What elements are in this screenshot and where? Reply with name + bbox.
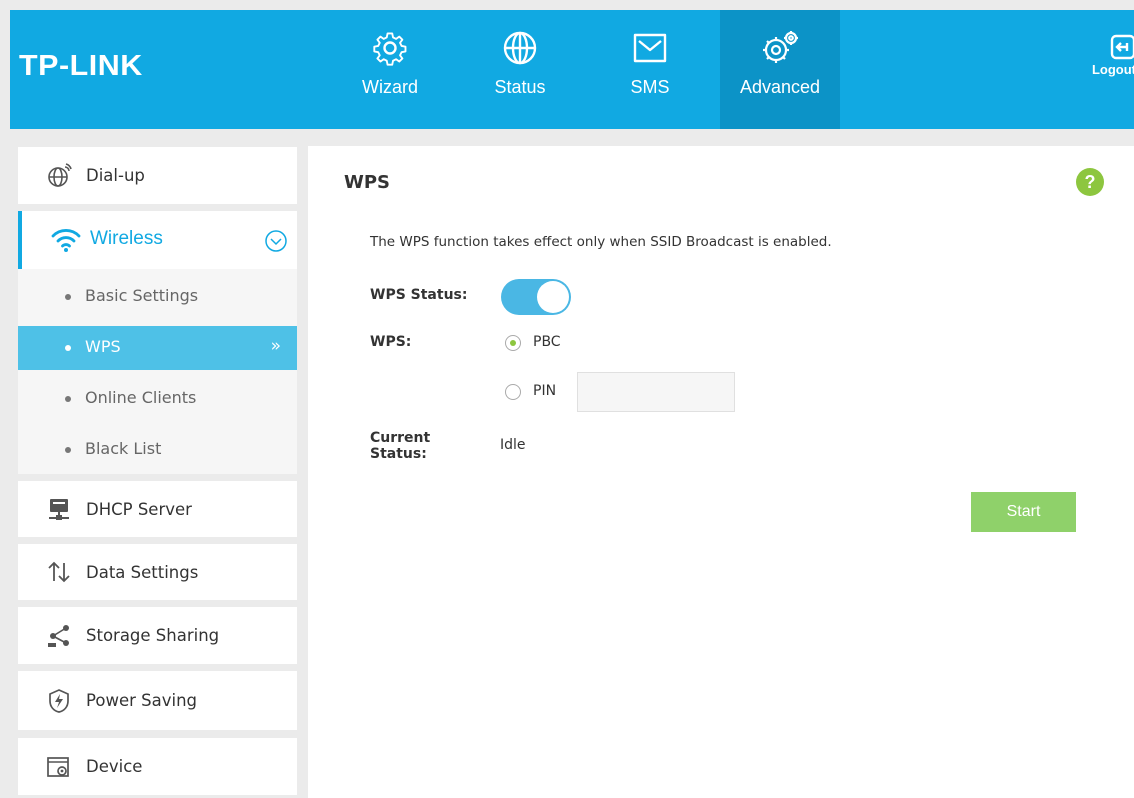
sidebar-subitem-label: Online Clients (85, 388, 197, 407)
sidebar-subitem-label: Basic Settings (85, 286, 199, 305)
sidebar-item-device[interactable]: Device (18, 738, 297, 795)
bullet (65, 396, 71, 402)
help-icon[interactable]: ? (1076, 168, 1104, 196)
pin-input[interactable] (577, 372, 735, 412)
sidebar-subitem-online-clients[interactable]: Online Clients (18, 377, 297, 421)
envelope-icon (633, 33, 667, 63)
wps-note: The WPS function takes effect only when … (370, 234, 832, 250)
wps-status-label: WPS Status: (370, 287, 468, 303)
start-button[interactable]: Start (971, 492, 1076, 532)
main-panel: WPS ? The WPS function takes effect only… (308, 146, 1134, 798)
logout-button[interactable]: Logout (1084, 34, 1134, 77)
current-status-label-line: Current (370, 430, 431, 446)
sidebar-subitem-label: WPS (85, 337, 121, 356)
wps-status-toggle[interactable] (501, 279, 571, 315)
pin-radio[interactable] (505, 384, 521, 400)
sidebar-item-label: Device (86, 757, 143, 776)
logout-icon (1110, 34, 1134, 60)
current-status-label-line: Status: (370, 446, 427, 462)
bullet (65, 447, 71, 453)
sidebar-item-label: Wireless (90, 228, 163, 249)
sidebar-subitem-wps[interactable]: WPS » (18, 326, 297, 370)
nav-label: Status (494, 77, 546, 97)
server-icon (49, 499, 69, 520)
wifi-icon (51, 229, 81, 252)
gears-icon (763, 31, 798, 63)
double-chevron-right-icon: » (270, 336, 281, 356)
wps-mode-label: WPS: (370, 334, 412, 350)
sidebar-item-dhcp-server[interactable]: DHCP Server (18, 481, 297, 537)
sidebar-item-label: Dial-up (86, 166, 145, 185)
sidebar-item-wireless[interactable]: Wireless (18, 211, 297, 269)
nav-wizard[interactable]: Wizard (330, 10, 450, 129)
page-title: WPS (344, 172, 391, 193)
sidebar-subitem-basic-settings[interactable]: Basic Settings (18, 275, 297, 319)
nav-label: Wizard (361, 77, 418, 97)
sidebar-group-wireless: Wireless Basic Settings WPS » Online Cli… (18, 211, 297, 474)
current-status-value: Idle (500, 437, 526, 453)
nav-advanced[interactable]: Advanced (720, 10, 840, 129)
brand-logo: TP-LINK (19, 50, 143, 82)
nav-status[interactable]: Status (460, 10, 580, 129)
chevron-down-icon (265, 230, 287, 252)
nav-label: Advanced (739, 77, 821, 97)
toggle-knob (537, 281, 569, 313)
nav-label: SMS (630, 77, 670, 97)
sidebar-item-label: Data Settings (86, 562, 199, 582)
pbc-label: PBC (533, 334, 561, 350)
nav-sms[interactable]: SMS (590, 10, 710, 129)
logout-label: Logout (1091, 62, 1134, 77)
globe-icon (503, 31, 537, 65)
sidebar-item-power-saving[interactable]: Power Saving (18, 671, 297, 730)
sidebar-item-label: Storage Sharing (86, 626, 220, 645)
sidebar-subitem-black-list[interactable]: Black List (18, 428, 297, 472)
pin-label: PIN (533, 383, 557, 399)
bullet (65, 345, 71, 351)
up-down-arrows-icon (48, 561, 70, 583)
gear-icon (373, 32, 407, 66)
top-header: TP-LINK Wizard Status SMS Advanced Logou… (10, 10, 1134, 129)
sidebar-item-label: DHCP Server (86, 499, 192, 519)
share-icon (48, 624, 69, 647)
bullet (65, 294, 71, 300)
sidebar-item-data-settings[interactable]: Data Settings (18, 544, 297, 600)
sidebar-subitem-label: Black List (85, 439, 162, 458)
device-settings-icon (47, 756, 69, 777)
sidebar-item-dialup[interactable]: Dial-up (18, 147, 297, 204)
pbc-radio[interactable] (505, 335, 521, 351)
sidebar-item-label: Power Saving (86, 691, 197, 710)
sidebar-item-storage-sharing[interactable]: Storage Sharing (18, 607, 297, 664)
power-shield-icon (49, 688, 69, 713)
current-status-label: Current Status: (370, 430, 430, 462)
globe-icon (48, 162, 72, 187)
